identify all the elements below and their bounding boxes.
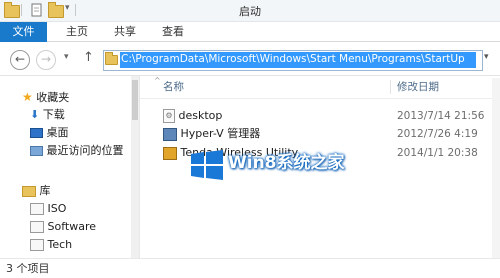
nav-item-label: Software bbox=[47, 220, 97, 233]
file-date: 2013/7/14 21:56 bbox=[397, 110, 485, 122]
status-bar bbox=[0, 258, 500, 278]
forward-button[interactable]: → bbox=[36, 50, 56, 70]
nav-item-label: Tech bbox=[47, 238, 73, 251]
tab-view[interactable]: 查看 bbox=[162, 22, 184, 42]
address-path[interactable]: C:\ProgramData\Microsoft\Windows\Start M… bbox=[121, 53, 477, 68]
nav-item-iso[interactable]: ISO bbox=[30, 200, 66, 218]
download-icon: ⬇ bbox=[30, 108, 40, 121]
tab-share[interactable]: 共享 bbox=[114, 22, 136, 42]
nav-favorites[interactable]: ★ 收藏夹 bbox=[22, 88, 69, 106]
column-header-row bbox=[140, 76, 492, 99]
watermark-text: Win8系统之家 bbox=[228, 153, 345, 173]
list-item[interactable]: ⚙ desktop bbox=[163, 107, 222, 125]
recent-places-icon bbox=[30, 146, 43, 156]
folder-icon bbox=[105, 52, 118, 65]
column-separator[interactable] bbox=[390, 80, 391, 94]
up-arrow-icon[interactable]: ↑ bbox=[83, 50, 94, 65]
nav-item-downloads[interactable]: ⬇ 下载 bbox=[30, 106, 65, 124]
nav-item-recent[interactable]: 最近访问的位置 bbox=[30, 142, 124, 160]
nav-libraries-label: 库 bbox=[39, 184, 51, 197]
file-date: 2012/7/26 4:19 bbox=[397, 128, 478, 140]
shortcut-icon bbox=[163, 146, 177, 160]
nav-item-label: ISO bbox=[47, 202, 67, 215]
nav-item-label: 桌面 bbox=[46, 126, 69, 139]
tab-file[interactable]: 文件 bbox=[0, 22, 47, 42]
nav-scrollbar-thumb[interactable] bbox=[132, 80, 138, 120]
tab-home[interactable]: 主页 bbox=[66, 22, 88, 42]
library-folder-icon bbox=[30, 239, 44, 251]
library-folder-icon bbox=[30, 203, 44, 215]
pane-divider[interactable] bbox=[139, 76, 140, 258]
star-icon: ★ bbox=[22, 90, 33, 104]
address-dropdown-icon[interactable]: ▾ bbox=[484, 52, 489, 62]
windows-logo-icon bbox=[190, 150, 224, 180]
nav-favorites-label: 收藏夹 bbox=[36, 91, 70, 104]
column-header-modified[interactable]: 修改日期 bbox=[397, 78, 439, 96]
list-scrollbar[interactable] bbox=[492, 78, 500, 258]
window-title: 启动 bbox=[239, 5, 261, 18]
desktop-icon bbox=[30, 128, 43, 138]
nav-item-tech[interactable]: Tech bbox=[30, 236, 72, 254]
shortcut-icon bbox=[163, 127, 177, 141]
nav-item-software[interactable]: Software bbox=[30, 218, 96, 236]
list-item[interactable]: Hyper-V 管理器 bbox=[163, 125, 260, 143]
settings-file-icon: ⚙ bbox=[163, 109, 175, 123]
library-icon bbox=[22, 185, 36, 197]
back-button[interactable]: ← bbox=[10, 50, 30, 70]
nav-item-label: 最近访问的位置 bbox=[46, 144, 124, 157]
status-item-count: 3 个项目 bbox=[6, 262, 50, 275]
nav-item-desktop[interactable]: 桌面 bbox=[30, 124, 69, 142]
recent-locations-icon[interactable]: ▾ bbox=[64, 52, 69, 62]
library-folder-icon bbox=[30, 221, 44, 233]
file-name: desktop bbox=[178, 109, 223, 122]
file-date: 2014/1/1 20:38 bbox=[397, 147, 478, 159]
column-header-name[interactable]: 名称 bbox=[163, 78, 184, 96]
sort-indicator-icon: ^ bbox=[154, 76, 161, 85]
nav-libraries[interactable]: 库 bbox=[22, 182, 51, 200]
nav-item-label: 下载 bbox=[42, 108, 65, 121]
file-name: Hyper-V 管理器 bbox=[180, 127, 261, 140]
